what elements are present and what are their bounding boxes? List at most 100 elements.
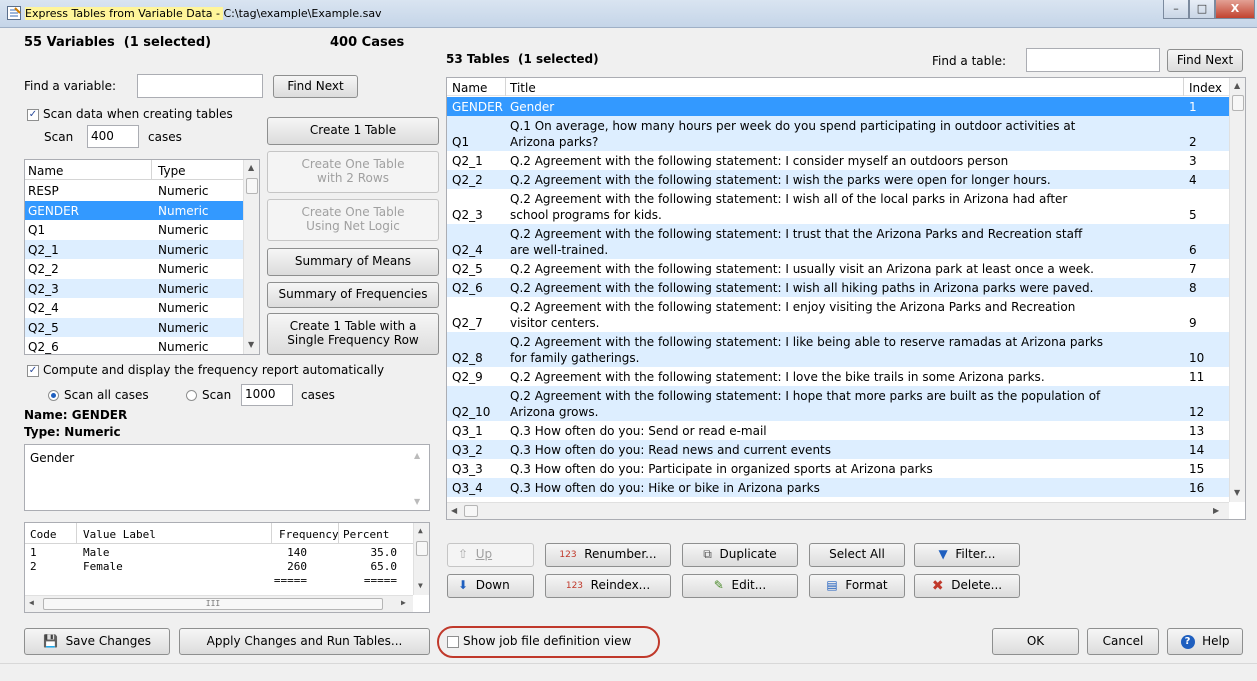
variable-row[interactable]: Q2_2 Numeric (25, 259, 243, 278)
scan-cases-input[interactable]: 400 (87, 125, 139, 148)
show-job-file-checkbox[interactable] (447, 636, 459, 648)
renumber-button[interactable]: 123 Renumber... (545, 543, 671, 567)
scroll-down-icon[interactable]: ▼ (248, 340, 254, 349)
variable-row[interactable]: Q2_6 Numeric (25, 337, 243, 354)
compute-frequency-checkbox[interactable]: ✓ (27, 365, 39, 377)
freq-vscroll[interactable]: ▲ ▼ (413, 523, 429, 595)
table-row[interactable]: Q3_3 Q.3 How often do you: Participate in… (447, 459, 1229, 478)
create-table-two-rows-button[interactable]: Create One Table with 2 Rows (267, 151, 439, 193)
freq-scroll-right-icon[interactable]: ▶ (401, 598, 406, 607)
move-up-button[interactable]: ⇧ Up (447, 543, 534, 567)
freq-hscroll-thumb[interactable]: III (43, 598, 383, 610)
variable-row[interactable]: GENDER Numeric (25, 200, 243, 220)
edit-button[interactable]: ✎ Edit... (682, 574, 798, 598)
scroll-up-icon[interactable]: ▲ (248, 163, 254, 172)
find-next-variable-button[interactable]: Find Next (273, 75, 358, 98)
create-table-net-logic-button[interactable]: Create One Table Using Net Logic (267, 199, 439, 241)
help-button[interactable]: ? Help (1167, 628, 1243, 655)
tables-header-title[interactable]: Title (510, 81, 536, 95)
scan-data-checkbox[interactable]: ✓ (27, 109, 39, 121)
single-frequency-row-button[interactable]: Create 1 Table with a Single Frequency Ro… (267, 313, 439, 355)
delete-button[interactable]: ✖ Delete... (914, 574, 1020, 598)
variable-list-scrollbar[interactable]: ▲ ▼ (243, 160, 259, 354)
variable-name: Q2_6 (28, 340, 59, 354)
cancel-button[interactable]: Cancel (1087, 628, 1159, 655)
table-row[interactable]: Q2_6 Q.2 Agreement with the following sta… (447, 278, 1229, 297)
move-down-button[interactable]: ⬇ Down (447, 574, 534, 598)
summary-of-frequencies-button[interactable]: Summary of Frequencies (267, 282, 439, 308)
duplicate-icon: ⧉ (703, 547, 712, 562)
freq-hscroll[interactable]: ◀ III ▶ (25, 595, 413, 612)
freq-scroll-left-icon[interactable]: ◀ (29, 598, 34, 607)
var-header-type[interactable]: Type (158, 164, 186, 178)
desc-scroll-up-icon[interactable]: ▲ (414, 451, 420, 460)
tables-scroll-left-icon[interactable]: ◀ (451, 506, 457, 515)
freq-scroll-up-icon[interactable]: ▲ (418, 526, 423, 535)
tables-header-name[interactable]: Name (452, 81, 487, 95)
find-table-input[interactable] (1026, 48, 1160, 72)
duplicate-button[interactable]: ⧉ Duplicate (682, 543, 798, 567)
variable-row[interactable]: Q2_3 Numeric (25, 278, 243, 298)
apply-and-run-button[interactable]: Apply Changes and Run Tables... (179, 628, 430, 655)
tables-hscroll-thumb[interactable] (464, 505, 478, 517)
tables-vscroll[interactable]: ▲ ▼ (1229, 78, 1245, 502)
table-row[interactable]: Q2_10 Q.2 Agreement with the following st… (447, 386, 1229, 421)
variable-row[interactable]: Q1 Numeric (25, 220, 243, 239)
table-row[interactable]: Q1 Q.1 On average, how many hours per wee… (447, 116, 1229, 151)
scan-n-cases-input[interactable]: 1000 (241, 384, 293, 406)
table-row[interactable]: GENDER Gender 1 (447, 97, 1229, 116)
freq-scroll-down-icon[interactable]: ▼ (418, 581, 423, 590)
variable-list[interactable]: Name Type RESP Numeric GENDER Numeric Q1 Nume… (24, 159, 260, 355)
variable-row[interactable]: Q2_4 Numeric (25, 298, 243, 317)
freq-scroll-thumb[interactable] (416, 541, 428, 556)
frequency-table[interactable]: Code Value Label Frequency Percent 1 Male… (24, 522, 430, 613)
save-changes-label: Save Changes (65, 633, 152, 648)
table-name: Q2_3 (452, 208, 483, 222)
variable-description-box[interactable]: Gender ▲ ▼ (24, 444, 430, 511)
filter-button[interactable]: ▼ Filter... (914, 543, 1020, 567)
summary-of-means-button[interactable]: Summary of Means (267, 248, 439, 276)
duplicate-label: Duplicate (719, 547, 777, 562)
table-row[interactable]: Q2_7 Q.2 Agreement with the following sta… (447, 297, 1229, 332)
scan-all-cases-radio[interactable] (48, 390, 59, 401)
tables-header-index[interactable]: Index (1189, 81, 1222, 95)
close-button[interactable]: X (1215, 0, 1255, 19)
table-row[interactable]: Q3_4 Q.3 How often do you: Hike or bike i… (447, 478, 1229, 497)
table-row[interactable]: Q2_1 Q.2 Agreement with the following sta… (447, 151, 1229, 170)
save-changes-button[interactable]: 💾 Save Changes (24, 628, 170, 655)
table-name: Q3_1 (452, 424, 483, 438)
table-row[interactable]: Q3_1 Q.3 How often do you: Send or read e… (447, 421, 1229, 440)
tables-hscroll[interactable]: ◀ ▶ (447, 502, 1229, 519)
table-title: Q.2 Agreement with the following stateme… (510, 335, 1103, 349)
table-row[interactable]: Q2_3 Q.2 Agreement with the following sta… (447, 189, 1229, 224)
format-button[interactable]: ▤ Format (809, 574, 905, 598)
desc-scroll-down-icon[interactable]: ▼ (414, 497, 420, 506)
create-one-table-button[interactable]: Create 1 Table (267, 117, 439, 145)
find-next-table-button[interactable]: Find Next (1167, 49, 1243, 72)
tables-scroll-down-icon[interactable]: ▼ (1234, 488, 1240, 497)
variable-type: Numeric (158, 281, 209, 296)
var-header-name[interactable]: Name (28, 164, 63, 178)
table-row[interactable]: Q2_5 Q.2 Agreement with the following sta… (447, 259, 1229, 278)
ok-button[interactable]: OK (992, 628, 1079, 655)
tables-scroll-right-icon[interactable]: ▶ (1213, 506, 1219, 515)
variable-row[interactable]: Q2_1 Numeric (25, 239, 243, 259)
variable-row[interactable]: Q2_5 Numeric (25, 317, 243, 337)
tables-scroll-up-icon[interactable]: ▲ (1234, 81, 1240, 90)
table-index: 3 (1189, 154, 1197, 168)
table-row[interactable]: Q3_2 Q.3 How often do you: Read news and … (447, 440, 1229, 459)
find-variable-input[interactable] (137, 74, 263, 98)
table-row[interactable]: Q2_2 Q.2 Agreement with the following sta… (447, 170, 1229, 189)
select-all-button[interactable]: Select All (809, 543, 905, 567)
variable-row[interactable]: RESP Numeric (25, 181, 243, 200)
tables-list[interactable]: Name Title Index GENDER Gender 1 Q1 Q.1 On a… (446, 77, 1246, 520)
tables-scroll-thumb[interactable] (1232, 95, 1244, 111)
minimize-button[interactable]: – (1163, 0, 1189, 19)
table-row[interactable]: Q2_9 Q.2 Agreement with the following sta… (447, 367, 1229, 386)
scan-n-cases-radio[interactable] (186, 390, 197, 401)
maximize-button[interactable]: □ (1189, 0, 1215, 19)
table-row[interactable]: Q2_4 Q.2 Agreement with the following sta… (447, 224, 1229, 259)
scroll-thumb[interactable] (246, 178, 258, 194)
table-row[interactable]: Q2_8 Q.2 Agreement with the following sta… (447, 332, 1229, 367)
reindex-button[interactable]: 123 Reindex... (545, 574, 671, 598)
